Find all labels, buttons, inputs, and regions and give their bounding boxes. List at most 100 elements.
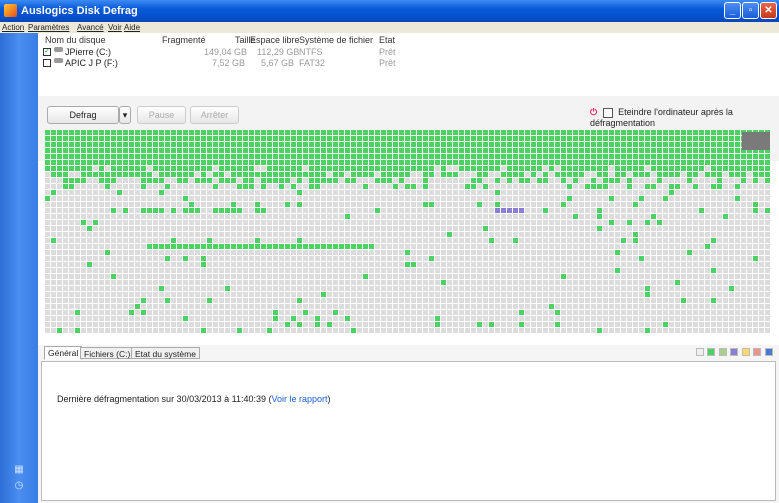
cluster-cell (591, 310, 596, 315)
cluster-cell (717, 184, 722, 189)
defrag-dropdown[interactable]: ▾ (119, 106, 131, 124)
cluster-cell (495, 232, 500, 237)
cluster-cell (603, 208, 608, 213)
cluster-cell (273, 250, 278, 255)
tab-general[interactable]: Général (44, 346, 83, 360)
menu-voir[interactable]: Voir (108, 23, 122, 32)
cluster-cell (633, 292, 638, 297)
cluster-cell (69, 238, 74, 243)
cluster-cell (657, 184, 662, 189)
tab-system[interactable]: Etat du système (131, 347, 200, 359)
menu-parametres[interactable]: Paramètres (28, 23, 69, 32)
cluster-cell (105, 310, 110, 315)
cluster-cell (435, 238, 440, 243)
disk-checkbox[interactable]: ✓ (43, 48, 51, 56)
cluster-cell (213, 136, 218, 141)
menu-action[interactable]: Action (2, 23, 24, 32)
cluster-cell (285, 190, 290, 195)
cluster-cell (657, 178, 662, 183)
cluster-cell (81, 136, 86, 141)
cluster-cell (549, 244, 554, 249)
cluster-cell (255, 310, 260, 315)
cluster-cell (333, 274, 338, 279)
cluster-cell (225, 310, 230, 315)
cluster-cell (129, 232, 134, 237)
tab-files[interactable]: Fichiers (C:) (80, 347, 135, 359)
defrag-label: Defrag (69, 110, 97, 120)
disk-state: Prêt (379, 47, 396, 57)
disk-row[interactable]: APIC J P (F:) 7,52 GB 5,67 GB FAT32 Prêt (38, 58, 779, 68)
disk-row[interactable]: ✓ JPierre (C:) 149,04 GB 112,29 GB NTFS … (38, 47, 779, 57)
cluster-cell (543, 322, 548, 327)
cluster-cell (417, 280, 422, 285)
cluster-cell (561, 256, 566, 261)
cluster-cell (51, 262, 56, 267)
cluster-cell (117, 328, 122, 333)
defrag-button[interactable]: Defrag (47, 106, 119, 124)
cluster-cell (345, 172, 350, 177)
cluster-cell (645, 256, 650, 261)
cluster-cell (189, 160, 194, 165)
cluster-cell (321, 190, 326, 195)
cluster-cell (525, 196, 530, 201)
minimize-button[interactable]: _ (724, 2, 741, 19)
cluster-cell (519, 196, 524, 201)
cluster-cell (567, 136, 572, 141)
clock-icon[interactable]: ◷ (13, 481, 25, 491)
cluster-cell (351, 256, 356, 261)
cluster-cell (543, 232, 548, 237)
cluster-cell (387, 268, 392, 273)
cluster-cell (411, 298, 416, 303)
cluster-cell (405, 220, 410, 225)
cluster-cell (459, 232, 464, 237)
cluster-cell (351, 292, 356, 297)
cluster-cell (483, 292, 488, 297)
cluster-cell (399, 226, 404, 231)
cluster-cell (351, 274, 356, 279)
cluster-cell (687, 160, 692, 165)
report-link[interactable]: Voir le rapport (271, 394, 327, 404)
grid-icon[interactable]: ▦ (13, 465, 25, 475)
pause-button[interactable]: Pause (137, 106, 186, 124)
cluster-cell (45, 304, 50, 309)
stop-button[interactable]: Arrêter (190, 106, 239, 124)
zoom-icon[interactable] (742, 132, 770, 150)
cluster-cell (555, 190, 560, 195)
cluster-cell (405, 304, 410, 309)
cluster-cell (501, 298, 506, 303)
cluster-cell (261, 274, 266, 279)
shutdown-option[interactable]: ⏻ Eteindre l'ordinateur après la défragm… (590, 107, 779, 128)
maximize-button[interactable]: ▫ (742, 2, 759, 19)
cluster-cell (441, 256, 446, 261)
cluster-cell (291, 280, 296, 285)
menu-aide[interactable]: Aide (124, 23, 140, 32)
cluster-cell (327, 142, 332, 147)
cluster-cell (381, 322, 386, 327)
cluster-cell (141, 184, 146, 189)
legend-fragmented (730, 348, 739, 356)
menu-avance[interactable]: Avancé (77, 23, 104, 32)
cluster-cell (723, 214, 728, 219)
cluster-cell (297, 238, 302, 243)
cluster-cell (363, 274, 368, 279)
cluster-cell (51, 214, 56, 219)
cluster-cell (327, 190, 332, 195)
shutdown-checkbox[interactable] (602, 107, 613, 118)
cluster-cell (201, 262, 206, 267)
close-button[interactable]: ✕ (760, 2, 777, 19)
cluster-cell (111, 328, 116, 333)
cluster-cell (75, 328, 80, 333)
cluster-cell (561, 316, 566, 321)
cluster-cell (273, 310, 278, 315)
cluster-cell (177, 220, 182, 225)
cluster-cell (561, 274, 566, 279)
cluster-cell (189, 130, 194, 135)
cluster-cell (441, 280, 446, 285)
cluster-cell (525, 280, 530, 285)
cluster-cell (123, 166, 128, 171)
cluster-cell (285, 316, 290, 321)
cluster-cell (213, 202, 218, 207)
cluster-cell (693, 178, 698, 183)
cluster-cell (471, 250, 476, 255)
disk-checkbox[interactable] (43, 59, 51, 67)
